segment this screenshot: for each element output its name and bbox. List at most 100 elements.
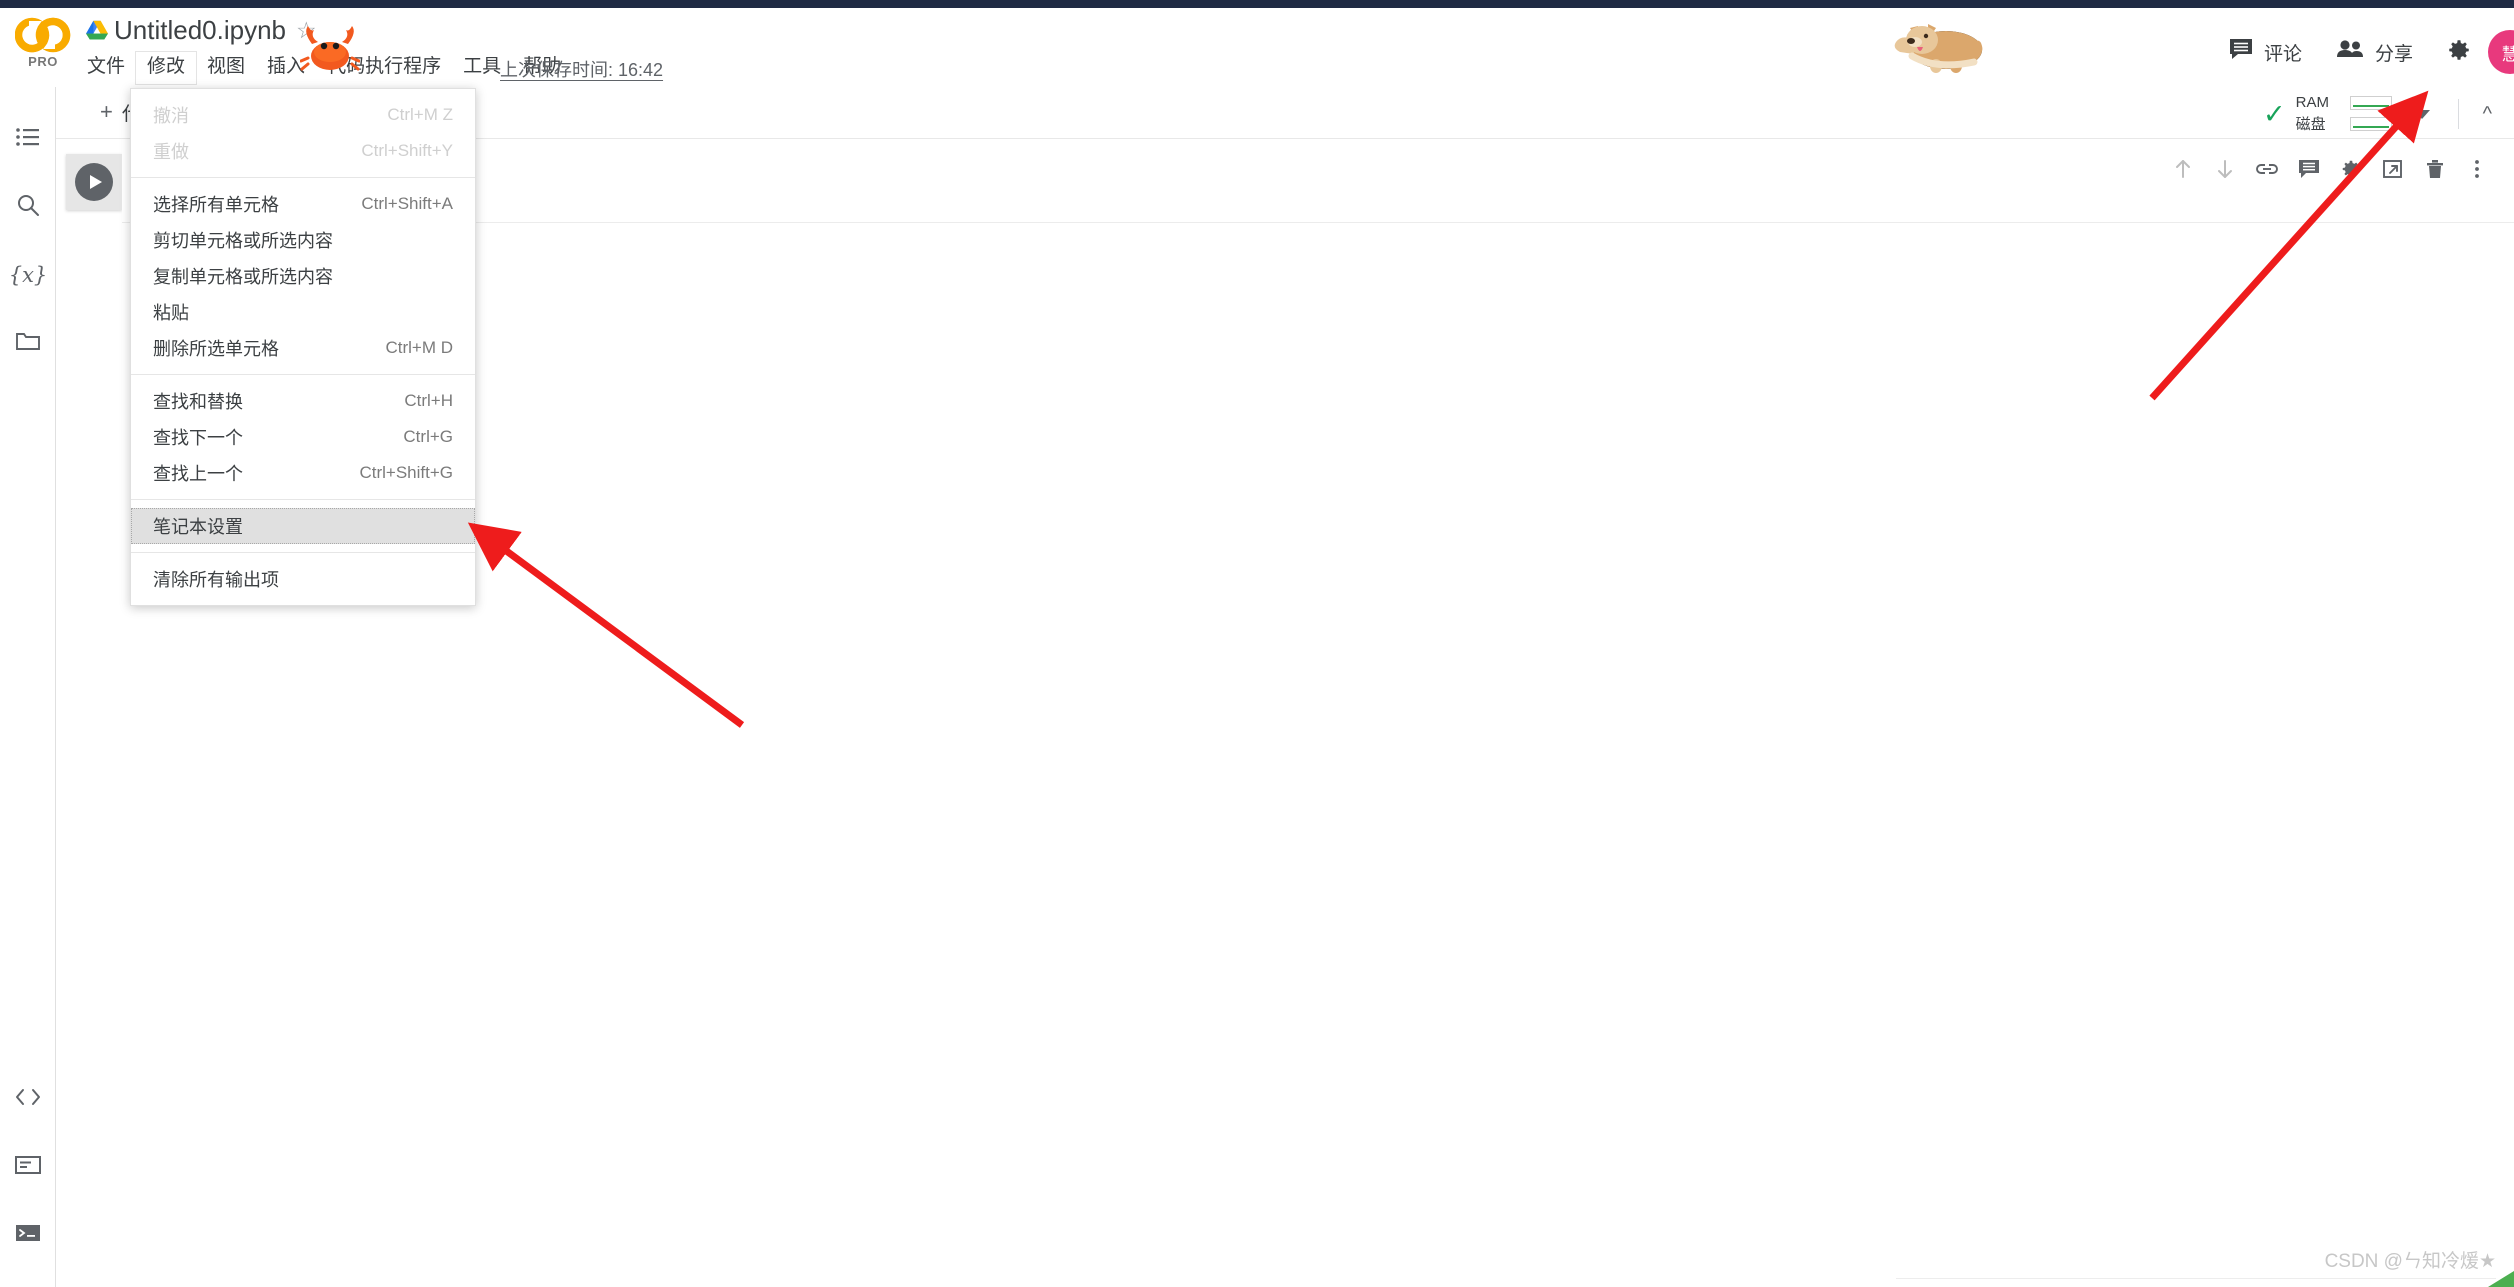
menu-option-find-previous[interactable]: 查找上一个 Ctrl+Shift+G bbox=[131, 455, 475, 491]
left-sidebar: {x} bbox=[0, 87, 56, 1287]
resource-gauges[interactable]: RAM 磁盘 bbox=[2296, 94, 2392, 134]
last-saved-label[interactable]: 上次保存时间: 16:42 bbox=[500, 56, 663, 82]
menu-item-edit[interactable]: 修改 bbox=[136, 52, 197, 84]
crab-icon bbox=[299, 22, 361, 74]
menu-option-select-all-cells[interactable]: 选择所有单元格 Ctrl+Shift+A bbox=[131, 186, 475, 222]
move-cell-up-icon[interactable] bbox=[2162, 149, 2204, 189]
menu-option-find-replace[interactable]: 查找和替换 Ctrl+H bbox=[131, 383, 475, 419]
table-of-contents-icon bbox=[16, 127, 40, 152]
play-icon bbox=[75, 163, 113, 201]
menu-option-label: 查找上一个 bbox=[153, 464, 243, 484]
sidebar-item-variables[interactable]: {x} bbox=[0, 241, 56, 309]
watermark-text: CSDN @ㄣ知冷煖★ bbox=[2324, 1251, 2496, 1272]
variables-icon: {x} bbox=[8, 263, 48, 287]
watermark-rule bbox=[1896, 1278, 2496, 1279]
sidebar-item-search[interactable] bbox=[0, 173, 56, 241]
comment-icon bbox=[2229, 38, 2253, 66]
runtime-status-area: ✓ RAM 磁盘 ^ bbox=[2263, 91, 2500, 137]
share-button[interactable]: 分享 bbox=[2319, 39, 2430, 66]
pro-badge: PRO bbox=[28, 54, 58, 69]
menu-option-label: 笔记本设置 bbox=[153, 517, 243, 537]
run-cell-button[interactable] bbox=[66, 154, 122, 210]
cell-settings-icon[interactable] bbox=[2330, 149, 2372, 189]
green-corner-marker bbox=[2488, 1271, 2514, 1287]
menu-option-shortcut: Ctrl+Shift+Y bbox=[361, 141, 453, 160]
disk-gauge-row: 磁盘 bbox=[2296, 113, 2392, 134]
chevron-up-icon[interactable]: ^ bbox=[2475, 104, 2500, 124]
avatar[interactable]: 慧 bbox=[2488, 30, 2514, 74]
corgi-dog-icon bbox=[1884, 14, 2004, 78]
colab-logo-icon[interactable] bbox=[14, 12, 72, 58]
chevron-down-icon[interactable] bbox=[2413, 109, 2430, 119]
menu-option-shortcut: Ctrl+M D bbox=[385, 338, 453, 357]
menu-option-shortcut: Ctrl+H bbox=[404, 391, 453, 410]
sidebar-item-snippets[interactable] bbox=[0, 1065, 56, 1133]
menu-option-label: 重做 bbox=[153, 142, 189, 162]
menu-separator bbox=[131, 177, 475, 178]
menu-option-label: 删除所选单元格 bbox=[153, 339, 279, 359]
open-in-new-tab-icon[interactable] bbox=[2372, 149, 2414, 189]
search-icon bbox=[16, 193, 40, 222]
menu-option-label: 选择所有单元格 bbox=[153, 195, 279, 215]
delete-cell-icon[interactable] bbox=[2414, 149, 2456, 189]
menu-option-delete-cells[interactable]: 删除所选单元格 Ctrl+M D bbox=[131, 330, 475, 366]
menu-option-label: 查找下一个 bbox=[153, 428, 243, 448]
browser-top-strip bbox=[0, 0, 2514, 8]
ram-gauge-bar bbox=[2349, 95, 2392, 110]
cell-action-toolbar bbox=[2162, 149, 2498, 189]
more-options-icon[interactable] bbox=[2456, 149, 2498, 189]
ram-label: RAM bbox=[2295, 94, 2329, 111]
comment-button[interactable]: 评论 bbox=[2212, 38, 2319, 66]
cell-editor-area[interactable] bbox=[122, 139, 2514, 223]
command-palette-icon bbox=[15, 1155, 41, 1180]
menu-option-label: 复制单元格或所选内容 bbox=[153, 267, 333, 287]
menu-option-label: 清除所有输出项 bbox=[153, 570, 279, 590]
gear-icon bbox=[2446, 37, 2472, 68]
menu-separator bbox=[131, 374, 475, 375]
sidebar-bottom-group bbox=[0, 1065, 56, 1287]
header-right-actions: 评论 分享 慧 bbox=[2212, 16, 2514, 88]
file-title[interactable]: Untitled0.ipynb bbox=[114, 14, 286, 46]
sidebar-item-command-palette[interactable] bbox=[0, 1133, 56, 1201]
menu-option-label: 粘贴 bbox=[153, 303, 189, 323]
menu-option-label: 撤消 bbox=[153, 106, 189, 126]
menu-separator bbox=[131, 499, 475, 500]
menu-option-clear-all-outputs[interactable]: 清除所有输出项 bbox=[131, 561, 475, 597]
edit-menu-dropdown: 撤消 Ctrl+M Z 重做 Ctrl+Shift+Y 选择所有单元格 Ctrl… bbox=[130, 88, 476, 606]
drive-icon[interactable] bbox=[86, 20, 108, 42]
code-snippets-icon bbox=[15, 1088, 41, 1111]
terminal-icon bbox=[15, 1223, 41, 1248]
move-cell-down-icon[interactable] bbox=[2204, 149, 2246, 189]
colab-app-window: PRO Untitled0.ipynb ☆ 文件 修改 视图 插入 代码执行程序… bbox=[0, 0, 2514, 1287]
share-label: 分享 bbox=[2374, 43, 2413, 65]
menu-option-redo[interactable]: 重做 Ctrl+Shift+Y bbox=[131, 133, 475, 169]
menu-option-shortcut: Ctrl+M Z bbox=[387, 105, 453, 124]
add-comment-icon[interactable] bbox=[2288, 149, 2330, 189]
menu-separator bbox=[131, 552, 475, 553]
ram-gauge-row: RAM bbox=[2296, 94, 2392, 111]
people-icon bbox=[2336, 39, 2364, 65]
menu-item-file[interactable]: 文件 bbox=[76, 52, 136, 84]
menu-option-undo[interactable]: 撤消 Ctrl+M Z bbox=[131, 97, 475, 133]
menu-option-paste[interactable]: 粘贴 bbox=[131, 294, 475, 330]
settings-button[interactable] bbox=[2430, 37, 2488, 68]
comment-label: 评论 bbox=[2263, 43, 2302, 65]
menu-option-shortcut: Ctrl+Shift+A bbox=[361, 194, 453, 213]
files-folder-icon bbox=[16, 331, 40, 356]
menu-option-shortcut: Ctrl+Shift+G bbox=[359, 463, 453, 482]
connected-check-icon: ✓ bbox=[2262, 99, 2286, 129]
arrow-to-notebook-settings bbox=[467, 522, 745, 728]
plus-icon: + bbox=[100, 99, 113, 124]
sidebar-item-files[interactable] bbox=[0, 309, 56, 377]
menu-option-label: 剪切单元格或所选内容 bbox=[153, 231, 333, 251]
divider bbox=[2457, 99, 2459, 129]
sidebar-item-terminal[interactable] bbox=[0, 1201, 56, 1269]
link-to-cell-icon[interactable] bbox=[2246, 149, 2288, 189]
menu-option-cut-cell[interactable]: 剪切单元格或所选内容 bbox=[131, 222, 475, 258]
sidebar-item-toc[interactable] bbox=[0, 105, 56, 173]
menu-option-find-next[interactable]: 查找下一个 Ctrl+G bbox=[131, 419, 475, 455]
menu-option-copy-cell[interactable]: 复制单元格或所选内容 bbox=[131, 258, 475, 294]
menu-item-view[interactable]: 视图 bbox=[196, 52, 256, 84]
menu-option-label: 查找和替换 bbox=[153, 392, 243, 412]
menu-option-notebook-settings[interactable]: 笔记本设置 bbox=[131, 508, 475, 544]
